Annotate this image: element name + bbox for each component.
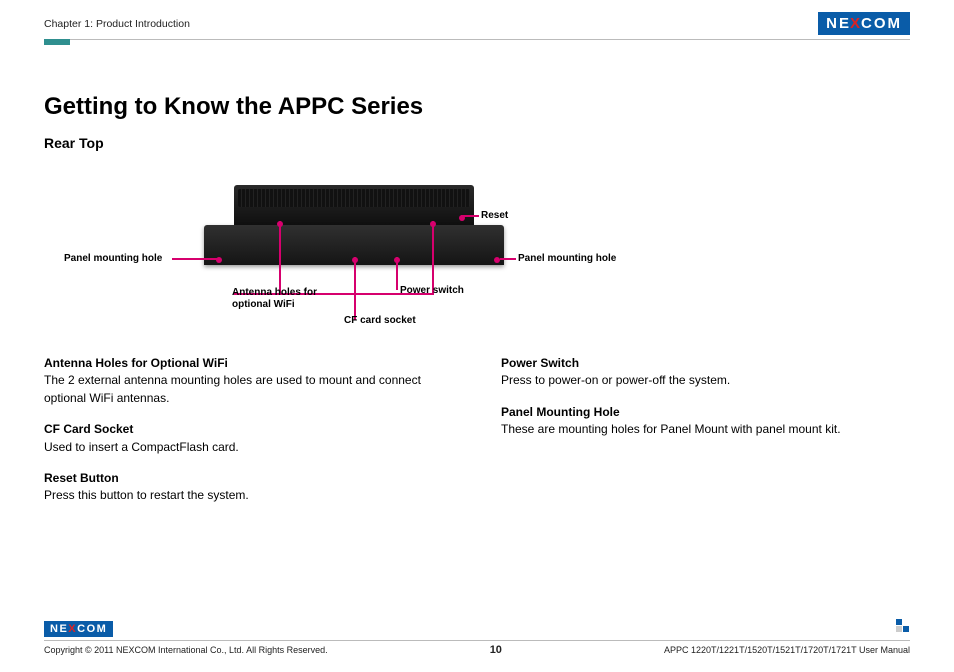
chapter-label: Chapter 1: Product Introduction	[44, 18, 190, 30]
manual-reference: APPC 1220T/1221T/1520T/1521T/1720T/1721T…	[664, 645, 910, 655]
callout-line	[500, 258, 516, 260]
brand-logo: NEXCOM	[818, 12, 910, 35]
item-body: Press this button to restart the system.	[44, 487, 453, 504]
callout-line	[279, 221, 281, 295]
callout-line	[432, 221, 434, 295]
device-upper-body	[234, 185, 474, 229]
callout-label-reset: Reset	[481, 210, 508, 221]
callout-line	[396, 257, 398, 290]
item-heading: CF Card Socket	[44, 421, 453, 438]
item-heading: Antenna Holes for Optional WiFi	[44, 355, 453, 372]
item-heading: Power Switch	[501, 355, 910, 372]
logo-text-left: NE	[826, 15, 851, 32]
right-column: Power Switch Press to power-on or power-…	[501, 355, 910, 505]
page-number: 10	[490, 644, 502, 656]
callout-line	[172, 258, 218, 260]
left-column: Antenna Holes for Optional WiFi The 2 ex…	[44, 355, 453, 505]
device-diagram: Reset Panel mounting hole Panel mounting…	[54, 165, 674, 335]
item-body: Used to insert a CompactFlash card.	[44, 439, 453, 456]
item-body: The 2 external antenna mounting holes ar…	[44, 372, 453, 407]
callout-label-panel-hole-right: Panel mounting hole	[518, 253, 616, 264]
callout-label-antenna-l2: optional WiFi	[232, 299, 295, 310]
footer-divider	[44, 640, 910, 641]
page-title: Getting to Know the APPC Series	[44, 93, 910, 121]
callout-label-panel-hole-left: Panel mounting hole	[64, 253, 162, 264]
page-header: Chapter 1: Product Introduction NEXCOM	[44, 12, 910, 35]
footer-logo: NEXCOM	[44, 621, 113, 637]
logo-text-right: COM	[77, 623, 107, 635]
callout-label-antenna-l1: Antenna holes for	[232, 287, 317, 298]
copyright-text: Copyright © 2011 NEXCOM International Co…	[44, 645, 328, 655]
callout-line	[461, 215, 479, 217]
header-divider	[44, 39, 910, 40]
item-body: These are mounting holes for Panel Mount…	[501, 421, 910, 438]
callout-label-power-switch: Power switch	[400, 285, 464, 296]
item-body: Press to power-on or power-off the syste…	[501, 372, 910, 389]
logo-text-x: X	[68, 623, 77, 635]
description-columns: Antenna Holes for Optional WiFi The 2 ex…	[44, 355, 910, 505]
page-footer: NEXCOM Copyright © 2011 NEXCOM Internati…	[44, 619, 910, 656]
callout-line	[354, 257, 356, 320]
main-content: Getting to Know the APPC Series Rear Top	[44, 93, 910, 505]
logo-text-left: NE	[50, 623, 68, 635]
section-heading: Rear Top	[44, 135, 910, 151]
callout-label-cf-socket: CF card socket	[344, 315, 416, 326]
item-heading: Panel Mounting Hole	[501, 404, 910, 421]
item-heading: Reset Button	[44, 470, 453, 487]
accent-bar	[44, 39, 70, 45]
logo-text-right: COM	[861, 15, 902, 32]
footer-squares-icon	[896, 619, 910, 633]
